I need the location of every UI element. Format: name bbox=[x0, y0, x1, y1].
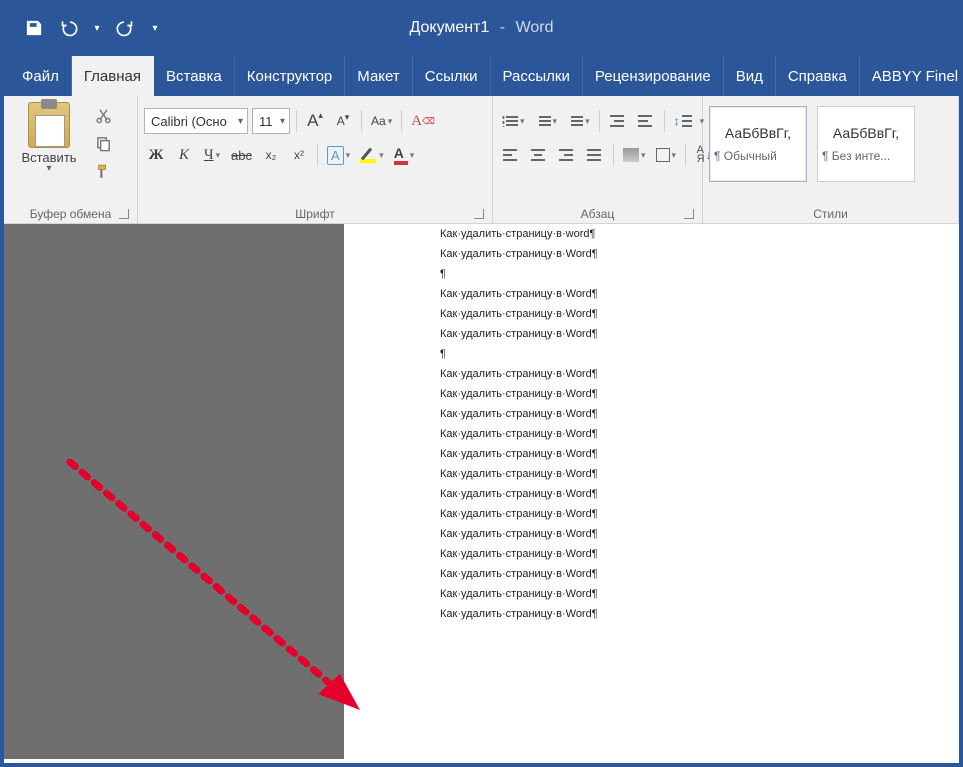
document-line[interactable]: ¶ bbox=[440, 344, 959, 364]
document-line[interactable]: Как·удалить·страницу·в·Word¶ bbox=[440, 564, 959, 584]
tab-файл[interactable]: Файл bbox=[10, 56, 72, 96]
group-clipboard: Вставить ▾ Буфер обмена bbox=[4, 96, 138, 223]
document-line[interactable]: Как·удалить·страницу·в·Word¶ bbox=[440, 404, 959, 424]
tab-конструктор[interactable]: Конструктор bbox=[235, 56, 346, 96]
grow-font-button[interactable]: A▴ bbox=[303, 108, 327, 134]
tab-рецензирование[interactable]: Рецензирование bbox=[583, 56, 724, 96]
multilevel-button[interactable] bbox=[564, 108, 593, 134]
cut-button[interactable] bbox=[92, 104, 114, 126]
group-label-styles: Стили bbox=[709, 204, 952, 223]
document-line[interactable]: Как·удалить·страницу·в·word¶ bbox=[440, 224, 959, 244]
font-size-combo[interactable]: 11▾ bbox=[252, 108, 290, 134]
quick-access-toolbar: ▾ ▾ bbox=[18, 12, 166, 44]
bullets-button[interactable] bbox=[499, 108, 528, 134]
change-case-button[interactable]: Aa bbox=[368, 108, 395, 134]
clear-formatting-button[interactable]: A⌫ bbox=[408, 108, 438, 134]
paste-icon[interactable] bbox=[28, 102, 70, 148]
tab-рассылки[interactable]: Рассылки bbox=[491, 56, 583, 96]
style-card[interactable]: АаБбВвГг, ¶ Без инте... bbox=[817, 106, 915, 182]
group-paragraph: ↕ AЯ↓ ¶ Абзац bbox=[493, 96, 703, 223]
text-effects-button[interactable]: A bbox=[324, 142, 353, 168]
left-gutter bbox=[4, 224, 344, 759]
font-color-button[interactable]: A bbox=[391, 142, 418, 168]
document-line[interactable]: Как·удалить·страницу·в·Word¶ bbox=[440, 464, 959, 484]
document-line[interactable]: Как·удалить·страницу·в·Word¶ bbox=[440, 324, 959, 344]
paste-dropdown[interactable]: ▾ bbox=[46, 165, 51, 173]
undo-button[interactable] bbox=[54, 12, 86, 44]
document-name: Документ1 bbox=[409, 19, 489, 36]
indent-button[interactable] bbox=[634, 108, 658, 134]
document-line[interactable]: Как·удалить·страницу·в·Word¶ bbox=[440, 304, 959, 324]
tab-справка[interactable]: Справка bbox=[776, 56, 860, 96]
group-label-clipboard: Буфер обмена bbox=[10, 204, 131, 223]
undo-dropdown[interactable]: ▾ bbox=[90, 12, 104, 44]
italic-button[interactable]: К bbox=[172, 142, 196, 168]
group-font: Calibri (Осно▾ 11▾ A▴ A▾ Aa A⌫ Ж К Ч abc… bbox=[138, 96, 493, 223]
qat-customize[interactable]: ▾ bbox=[144, 12, 166, 44]
document-line[interactable]: Как·удалить·страницу·в·Word¶ bbox=[440, 544, 959, 564]
tab-abbyy finel[interactable]: ABBYY Finel bbox=[860, 56, 963, 96]
strike-button[interactable]: abc bbox=[228, 142, 255, 168]
ribbon-tabs: ФайлГлавнаяВставкаКонструкторМакетСсылки… bbox=[4, 56, 959, 96]
format-painter-button[interactable] bbox=[92, 160, 114, 182]
tab-макет[interactable]: Макет bbox=[345, 56, 412, 96]
group-label-paragraph: Абзац bbox=[499, 204, 696, 223]
app-name: Word bbox=[516, 19, 554, 36]
tab-вставка[interactable]: Вставка bbox=[154, 56, 235, 96]
numbering-button[interactable] bbox=[532, 108, 561, 134]
style-preview: АаБбВвГг, bbox=[833, 125, 899, 141]
underline-button[interactable]: Ч bbox=[200, 142, 224, 168]
tab-главная[interactable]: Главная bbox=[72, 56, 154, 96]
title-bar: ▾ ▾ Документ1 - Word bbox=[4, 0, 959, 56]
document-line[interactable]: Как·удалить·страницу·в·Word¶ bbox=[440, 504, 959, 524]
document-line[interactable]: Как·удалить·страницу·в·Word¶ bbox=[440, 484, 959, 504]
document-line[interactable]: Как·удалить·страницу·в·Word¶ bbox=[440, 284, 959, 304]
tab-ссылки[interactable]: Ссылки bbox=[413, 56, 491, 96]
shading-button[interactable] bbox=[620, 142, 649, 168]
align-left-button[interactable] bbox=[499, 142, 523, 168]
document-line[interactable]: Как·удалить·страницу·в·Word¶ bbox=[440, 364, 959, 384]
redo-button[interactable] bbox=[108, 12, 140, 44]
document-line[interactable]: Как·удалить·страницу·в·Word¶ bbox=[440, 244, 959, 264]
save-button[interactable] bbox=[18, 12, 50, 44]
style-name: ¶ Обычный bbox=[714, 149, 802, 163]
document-line[interactable]: Как·удалить·страницу·в·Word¶ bbox=[440, 444, 959, 464]
copy-button[interactable] bbox=[92, 132, 114, 154]
document-line[interactable]: Как·удалить·страницу·в·Word¶ bbox=[440, 584, 959, 604]
document-page[interactable]: Как·удалить·страницу·в·word¶Как·удалить·… bbox=[344, 224, 959, 759]
outdent-button[interactable] bbox=[606, 108, 630, 134]
group-label-font: Шрифт bbox=[144, 204, 486, 223]
align-right-button[interactable] bbox=[555, 142, 579, 168]
bold-button[interactable]: Ж bbox=[144, 142, 168, 168]
group-styles: АаБбВвГг, ¶ Обычный АаБбВвГг, ¶ Без инте...… bbox=[703, 96, 959, 223]
document-line[interactable]: Как·удалить·страницу·в·Word¶ bbox=[440, 524, 959, 544]
highlight-button[interactable] bbox=[357, 142, 387, 168]
document-line[interactable]: ¶ bbox=[440, 264, 959, 284]
ribbon: Вставить ▾ Буфер обмена Calibri (О bbox=[4, 96, 959, 224]
justify-button[interactable] bbox=[583, 142, 607, 168]
font-name-combo[interactable]: Calibri (Осно▾ bbox=[144, 108, 248, 134]
borders-button[interactable] bbox=[653, 142, 680, 168]
superscript-button[interactable]: x² bbox=[287, 142, 311, 168]
document-line[interactable]: Как·удалить·страницу·в·Word¶ bbox=[440, 384, 959, 404]
document-line[interactable]: Как·удалить·страницу·в·Word¶ bbox=[440, 424, 959, 444]
align-center-button[interactable] bbox=[527, 142, 551, 168]
subscript-button[interactable]: x₂ bbox=[259, 142, 283, 168]
document-line[interactable]: Как·удалить·страницу·в·Word¶ bbox=[440, 604, 959, 624]
shrink-font-button[interactable]: A▾ bbox=[331, 108, 355, 134]
style-card[interactable]: АаБбВвГг, ¶ Обычный bbox=[709, 106, 807, 182]
tab-вид[interactable]: Вид bbox=[724, 56, 776, 96]
style-preview: АаБбВвГг, bbox=[725, 125, 791, 141]
style-name: ¶ Без инте... bbox=[822, 149, 910, 163]
document-area: Как·удалить·страницу·в·word¶Как·удалить·… bbox=[4, 224, 959, 759]
line-spacing-button[interactable]: ↕ bbox=[671, 108, 708, 134]
